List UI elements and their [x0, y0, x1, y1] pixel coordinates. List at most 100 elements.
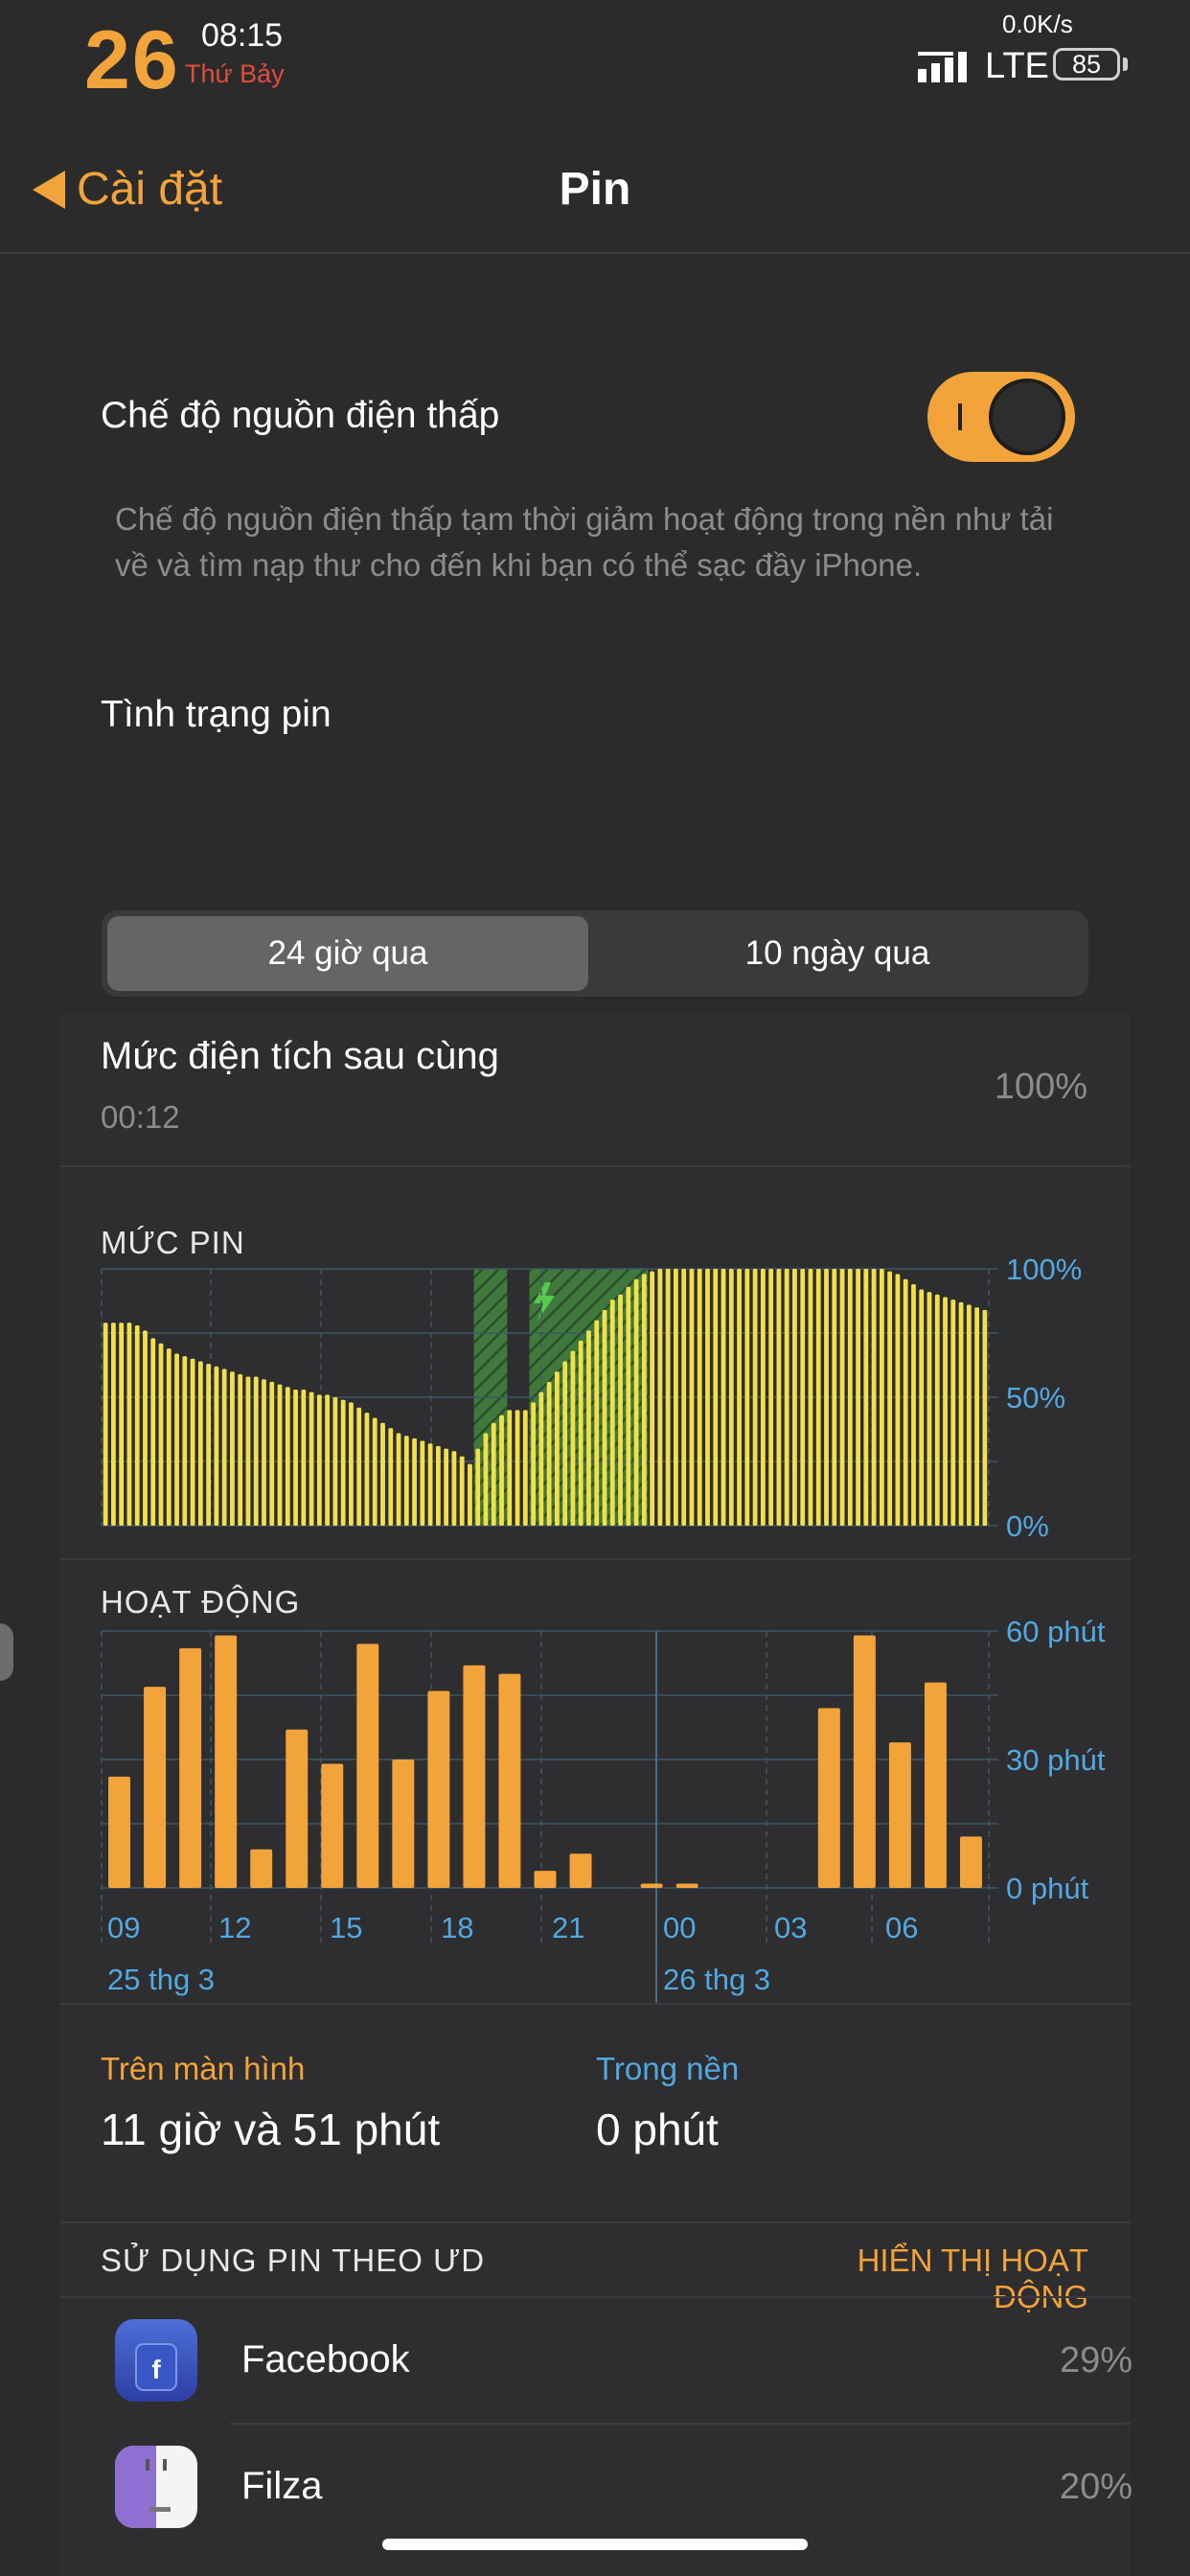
activity-bar	[286, 1729, 309, 1888]
level-bar	[546, 1381, 552, 1526]
x-tick-label: 06	[885, 1911, 918, 1944]
x-tick-label: 00	[663, 1911, 696, 1944]
level-bar	[325, 1394, 331, 1526]
level-bar	[214, 1366, 219, 1526]
activity-bar	[321, 1763, 344, 1888]
level-bar	[633, 1278, 639, 1526]
background-label: Trong nền	[596, 2051, 740, 2086]
activity-bar	[356, 1644, 379, 1888]
level-bar	[784, 1269, 790, 1526]
level-bar	[356, 1407, 362, 1526]
segment-24h[interactable]: 24 giờ qua	[107, 916, 588, 991]
activity-bar	[215, 1635, 238, 1888]
app-name: Filza	[241, 2465, 323, 2507]
assistive-touch-button[interactable]	[0, 1623, 13, 1681]
level-bar	[427, 1443, 433, 1526]
level-bar	[380, 1422, 385, 1526]
level-bar	[499, 1414, 504, 1526]
battery-health-row[interactable]: Tình trạng pin	[101, 694, 332, 736]
level-bar	[412, 1438, 417, 1526]
level-bar	[728, 1269, 734, 1526]
activity-bar	[427, 1690, 450, 1888]
x-tick-label: 21	[552, 1911, 584, 1944]
activity-bar	[179, 1647, 202, 1888]
last-charge-time: 00:12	[101, 1099, 180, 1135]
level-bar	[674, 1269, 678, 1526]
level-bar	[221, 1368, 227, 1526]
y-tick-label: 0 phút	[1006, 1872, 1089, 1905]
activity-bar	[959, 1836, 982, 1888]
battery-icon: 85	[1053, 48, 1120, 80]
level-bar	[943, 1297, 948, 1526]
level-bar	[166, 1348, 172, 1526]
level-bar	[760, 1269, 766, 1526]
divider	[59, 1165, 1131, 1167]
level-bar	[721, 1269, 726, 1526]
level-bar	[555, 1371, 560, 1526]
level-bar	[618, 1294, 623, 1526]
app-percent: 29%	[1059, 2340, 1133, 2380]
background-value: 0 phút	[596, 2104, 719, 2154]
toggle-knob	[989, 379, 1065, 455]
last-charge-value: 100%	[994, 1067, 1087, 1107]
level-bar	[143, 1330, 148, 1526]
level-bar	[966, 1304, 972, 1526]
usage-title: SỬ DỤNG PIN THEO ƯD	[101, 2242, 486, 2278]
activity-bar	[392, 1760, 415, 1888]
activity-bar	[640, 1883, 663, 1888]
low-power-label: Chế độ nguồn điện thấp	[101, 395, 500, 436]
date-label: 25 thg 3	[107, 1963, 215, 1996]
level-bar	[641, 1274, 647, 1526]
app-row-filza[interactable]: Filza 20%	[59, 2425, 1133, 2549]
activity-chart-title: HOẠT ĐỘNG	[101, 1584, 301, 1620]
low-power-description: Chế độ nguồn điện thấp tạm thời giảm hoạ…	[115, 501, 1054, 583]
level-bar	[626, 1286, 631, 1526]
x-tick-label: 18	[441, 1911, 473, 1944]
level-bar	[522, 1410, 528, 1526]
level-bar	[697, 1269, 702, 1526]
on-screen-value: 11 giờ và 51 phút	[101, 2104, 441, 2154]
level-bar	[301, 1389, 307, 1526]
activity-bar	[250, 1849, 273, 1888]
app-percent: 20%	[1059, 2467, 1133, 2507]
activity-bar	[463, 1665, 486, 1888]
level-bar	[340, 1399, 346, 1526]
level-bar	[681, 1269, 687, 1526]
low-power-toggle[interactable]	[927, 372, 1075, 462]
level-bar	[475, 1448, 481, 1526]
segment-10d[interactable]: 10 ngày qua	[592, 916, 1083, 991]
app-row-facebook[interactable]: f Facebook 29%	[59, 2298, 1133, 2423]
activity-bar	[853, 1635, 876, 1888]
toggle-on-indicator	[958, 403, 962, 430]
period-segmented-control: 24 giờ qua 10 ngày qua	[102, 910, 1088, 997]
level-bar	[792, 1269, 797, 1526]
status-day: 26	[84, 14, 180, 106]
level-bar	[190, 1358, 195, 1526]
level-bar	[293, 1389, 298, 1526]
level-bar	[277, 1384, 283, 1526]
activity-bar	[675, 1883, 698, 1888]
level-bar	[832, 1269, 837, 1526]
level-bar	[657, 1269, 663, 1526]
level-bar	[119, 1322, 125, 1526]
level-bar	[111, 1322, 116, 1526]
home-indicator[interactable]	[382, 2539, 808, 2550]
level-bar	[372, 1417, 378, 1526]
level-bar	[349, 1402, 354, 1526]
level-bar	[230, 1371, 235, 1526]
level-bar	[609, 1300, 615, 1526]
level-bar	[744, 1269, 750, 1526]
level-bar	[468, 1463, 472, 1526]
level-bar	[927, 1292, 932, 1526]
level-bar	[174, 1353, 179, 1526]
x-tick-label: 03	[774, 1911, 807, 1944]
level-bar	[895, 1274, 901, 1526]
svg-text:f: f	[151, 2355, 161, 2384]
level-bar	[768, 1269, 774, 1526]
level-bar	[705, 1269, 710, 1526]
date-label: 26 thg 3	[663, 1963, 770, 1996]
page-title: Pin	[559, 164, 631, 215]
level-bar	[309, 1392, 314, 1526]
status-weekday: Thứ Bảy	[185, 59, 285, 88]
level-bar	[435, 1445, 441, 1526]
